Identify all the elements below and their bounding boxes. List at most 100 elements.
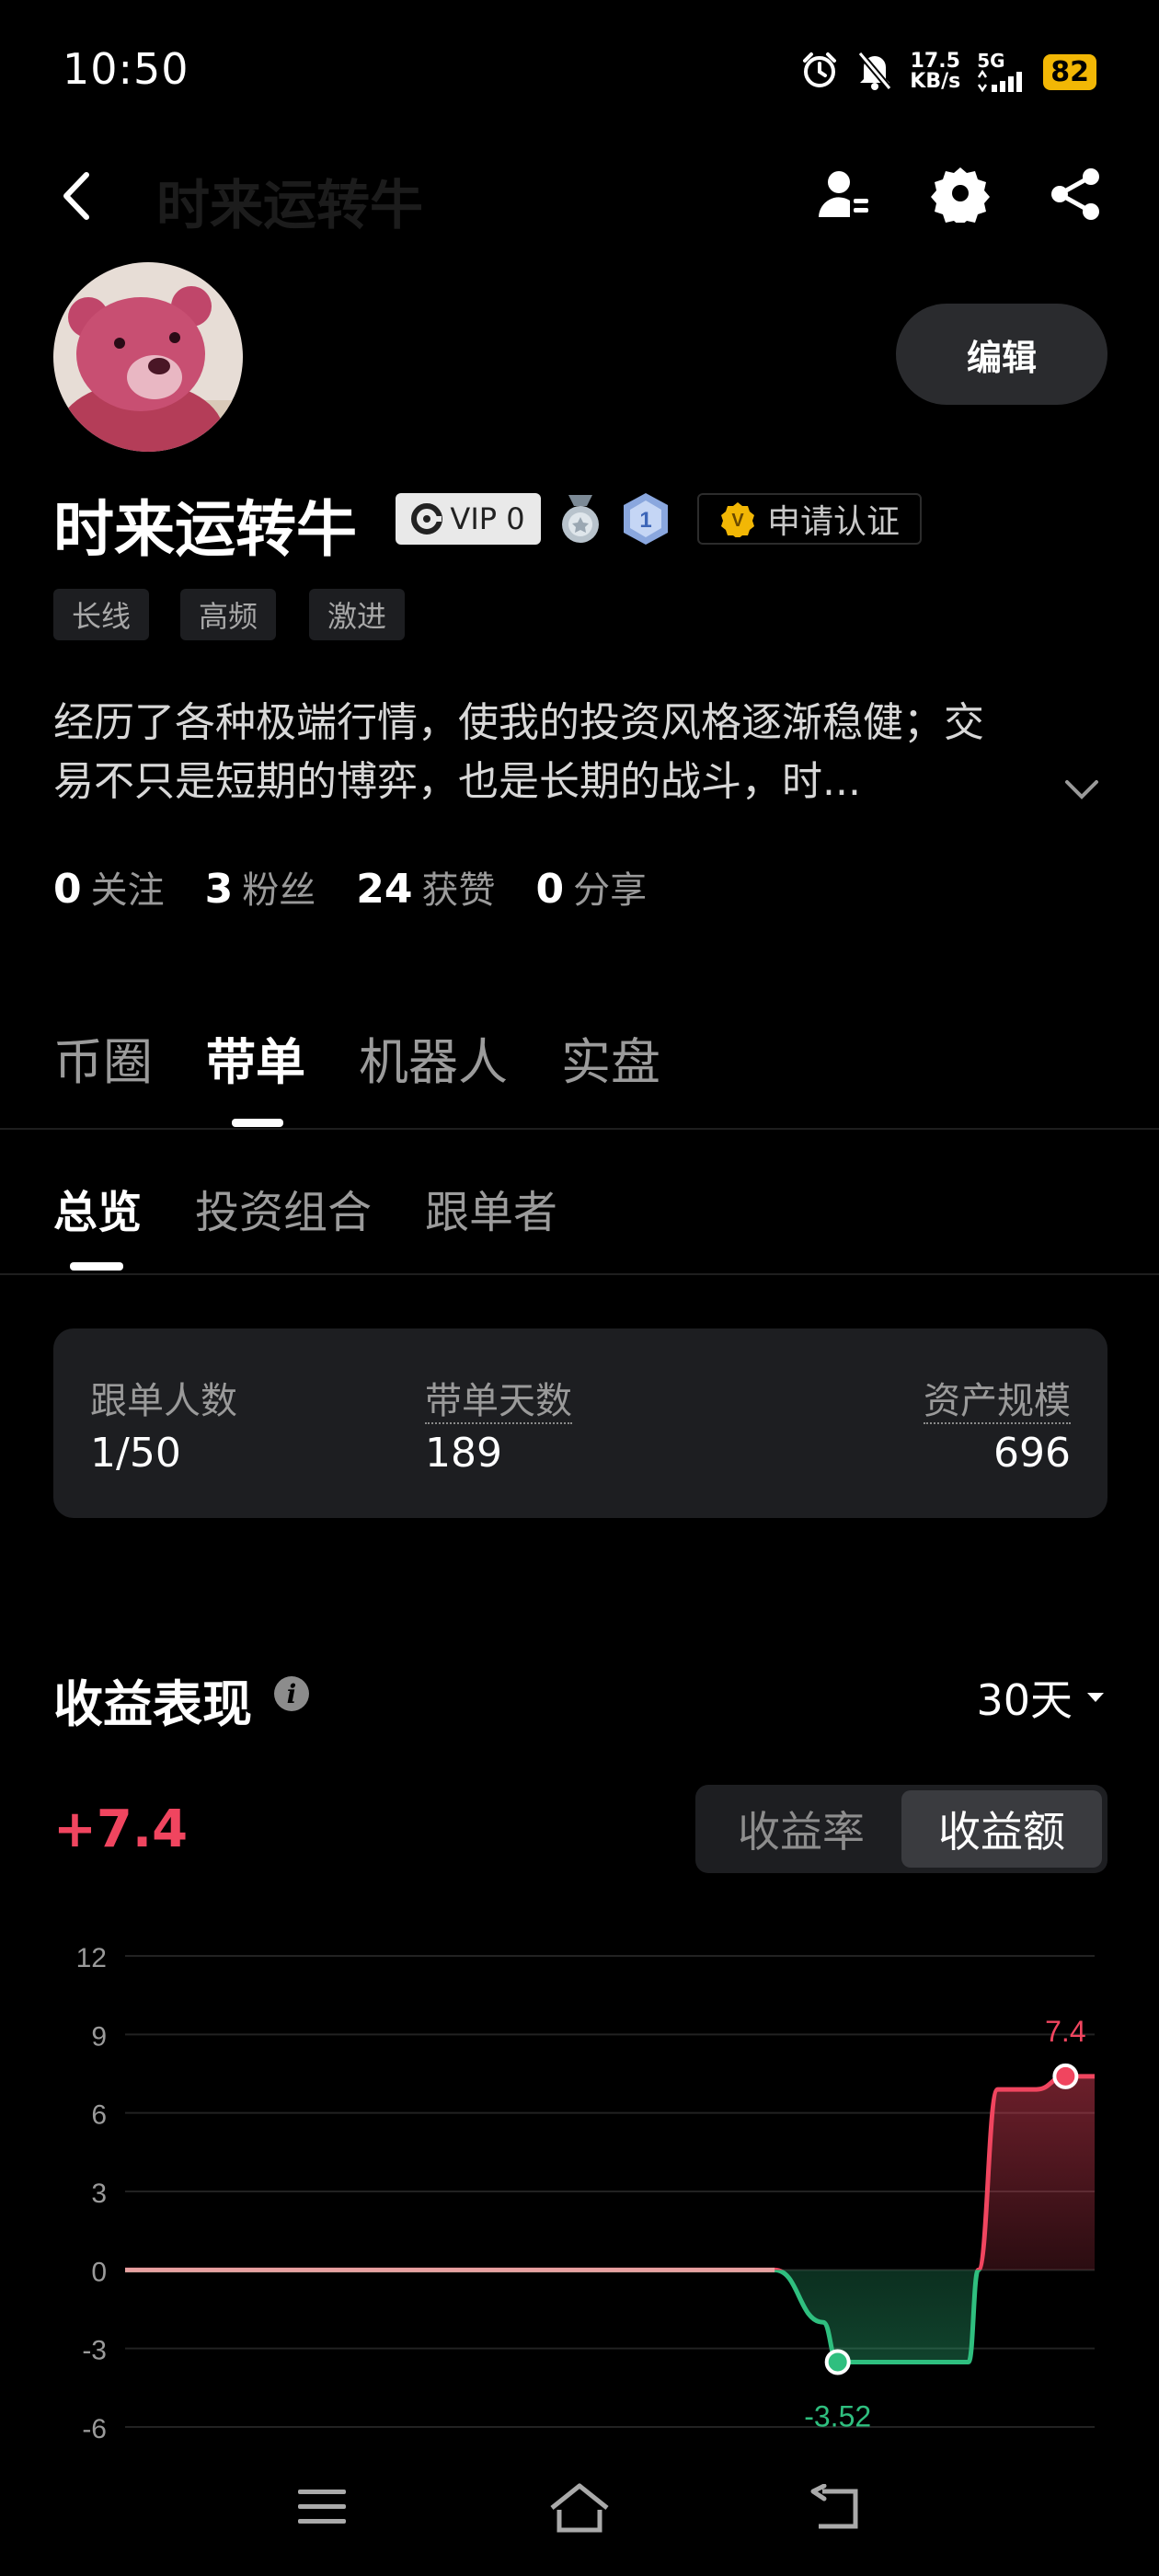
divider xyxy=(0,1128,1159,1130)
system-nav-bar xyxy=(0,2456,1159,2576)
stat-likes-value: 24 xyxy=(356,866,413,913)
y-tick-label: -3 xyxy=(82,2336,107,2366)
pnl-chart: 12 9 6 3 0 -3 -6 -3.52 7.4 xyxy=(76,1943,1095,2444)
min-point-label: -3.52 xyxy=(804,2399,871,2432)
cert-label: 申请认证 xyxy=(766,503,900,541)
status-icons: 17.5 KB/s 5G 82 xyxy=(799,44,1096,99)
menu-button[interactable] xyxy=(296,2486,348,2532)
signal-bars-icon xyxy=(978,70,1023,92)
stat-likes[interactable]: 24 获赞 xyxy=(356,860,495,914)
avatar[interactable] xyxy=(53,262,243,452)
alarm-icon xyxy=(799,50,840,94)
profile-stats: 0 关注 3 粉丝 24 获赞 0 分享 xyxy=(53,860,647,914)
sub-tabs: 总览 投资组合 跟单者 xyxy=(53,1176,557,1240)
sub-tab-indicator xyxy=(70,1262,123,1271)
edit-profile-button[interactable]: 编辑 xyxy=(896,304,1107,405)
signal-block: 5G xyxy=(977,52,1027,92)
metric-toggle: 收益率 收益额 xyxy=(695,1785,1107,1873)
y-tick-label: 6 xyxy=(91,2100,107,2131)
stat-followers-value: 3 xyxy=(204,866,234,913)
tag-high-frequency: 高频 xyxy=(180,589,277,640)
share-button[interactable] xyxy=(1047,166,1104,226)
subtab-portfolio[interactable]: 投资组合 xyxy=(195,1176,372,1240)
aum-label[interactable]: 资产规模 xyxy=(924,1380,1071,1424)
trading-days-label[interactable]: 带单天数 xyxy=(425,1380,572,1424)
performance-title: 收益表现 xyxy=(53,1675,252,1733)
expand-bio-button[interactable] xyxy=(1063,778,1100,806)
y-tick-label: -6 xyxy=(82,2414,107,2444)
level-badge[interactable]: 1 xyxy=(620,491,671,550)
user-settings-icon xyxy=(819,171,868,217)
level-number: 1 xyxy=(639,508,651,533)
caret-down-icon xyxy=(1087,1693,1104,1702)
home-button[interactable] xyxy=(548,2482,611,2537)
back-nav-button[interactable] xyxy=(809,2483,865,2536)
y-tick-label: 0 xyxy=(91,2257,107,2287)
period-label: 30天 xyxy=(976,1675,1073,1725)
stat-likes-label: 获赞 xyxy=(421,869,496,912)
y-tick-label: 9 xyxy=(91,2021,107,2052)
trading-days-block: 带单天数 189 xyxy=(425,1371,572,1477)
profit-value: +7.4 xyxy=(53,1800,189,1859)
battery-indicator: 82 xyxy=(1043,53,1096,90)
main-tabs: 币圈 带单 机器人 实盘 xyxy=(53,1021,660,1094)
stat-following[interactable]: 0 关注 xyxy=(53,860,165,914)
subtab-followers[interactable]: 跟单者 xyxy=(425,1176,557,1240)
followers-count-value: 1/50 xyxy=(90,1430,181,1477)
period-selector[interactable]: 30天 xyxy=(976,1667,1106,1728)
net-speed-value: 17.5 xyxy=(910,50,960,73)
stat-following-label: 关注 xyxy=(90,869,165,912)
back-arrow-icon xyxy=(810,2483,858,2529)
bio: 经历了各种极端行情，使我的投资风格逐渐稳健；交 易不只是短期的博弈，也是长期的战… xyxy=(53,694,1111,811)
menu-icon xyxy=(298,2490,346,2524)
avatar-image xyxy=(53,262,243,452)
medal-icon xyxy=(562,495,599,543)
cert-mark: V xyxy=(731,511,744,531)
toggle-return-amount[interactable]: 收益额 xyxy=(901,1790,1102,1868)
stat-followers-label: 粉丝 xyxy=(242,869,316,912)
tag-aggressive: 激进 xyxy=(309,589,406,640)
bio-line-2: 易不只是短期的博弈，也是长期的战斗，时... xyxy=(53,758,861,805)
main-tab-indicator xyxy=(232,1119,283,1127)
user-switch-button[interactable] xyxy=(815,166,874,228)
back-button[interactable] xyxy=(59,171,92,224)
info-icon[interactable]: i xyxy=(274,1676,309,1711)
vip-badge[interactable]: VIP 0 xyxy=(396,493,541,545)
medal-badge[interactable] xyxy=(557,493,603,550)
home-icon xyxy=(550,2483,609,2533)
network-label: 5G xyxy=(977,50,1005,72)
stat-shares[interactable]: 0 分享 xyxy=(535,860,647,914)
trading-days-value: 189 xyxy=(425,1430,502,1477)
tab-copy-trading[interactable]: 带单 xyxy=(206,1021,305,1094)
apply-certification-button[interactable]: V 申请认证 xyxy=(697,493,922,545)
subtab-overview[interactable]: 总览 xyxy=(53,1176,142,1240)
stat-shares-value: 0 xyxy=(535,866,565,913)
followers-count-block: 跟单人数 1/50 xyxy=(90,1371,237,1477)
username: 时来运转牛 xyxy=(53,494,357,565)
summary-card: 跟单人数 1/50 带单天数 189 资产规模 696 xyxy=(53,1328,1107,1518)
share-icon xyxy=(1051,168,1099,220)
stat-followers[interactable]: 3 粉丝 xyxy=(205,860,316,914)
gear-icon xyxy=(931,167,990,226)
settings-button[interactable] xyxy=(931,164,990,226)
tab-live[interactable]: 实盘 xyxy=(561,1021,660,1094)
divider xyxy=(0,1273,1159,1275)
toggle-return-rate[interactable]: 收益率 xyxy=(701,1790,901,1868)
tab-crypto[interactable]: 币圈 xyxy=(53,1021,153,1094)
header-title: 时来运转牛 xyxy=(156,174,424,236)
y-tick-label: 12 xyxy=(76,1943,107,1973)
net-speed: 17.5 KB/s xyxy=(910,52,960,92)
tag-long-term: 长线 xyxy=(53,589,150,640)
aum-value: 696 xyxy=(993,1430,1071,1477)
chevron-left-icon xyxy=(63,172,89,220)
hexagon-level-icon: 1 xyxy=(624,493,668,545)
negative-area xyxy=(775,2270,979,2363)
verified-badge-icon: V xyxy=(720,502,754,537)
vip-label: VIP 0 xyxy=(450,501,525,536)
min-point-marker xyxy=(824,2349,851,2375)
aum-block: 资产规模 696 xyxy=(924,1371,1071,1477)
mute-bell-icon xyxy=(856,50,893,94)
chevron-down-icon xyxy=(1065,780,1098,799)
tab-bots[interactable]: 机器人 xyxy=(359,1021,508,1094)
stat-shares-label: 分享 xyxy=(573,869,648,912)
